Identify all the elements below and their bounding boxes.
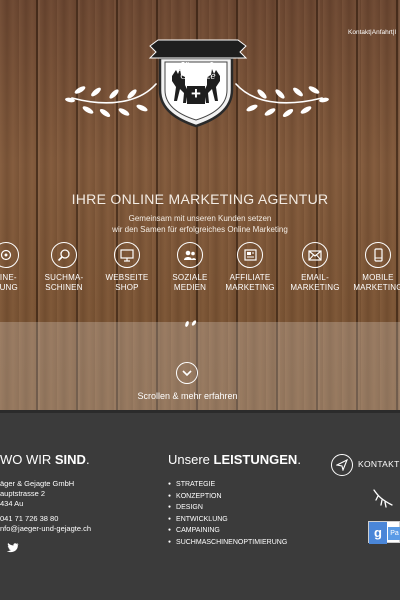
footer-phone[interactable]: 041 71 726 38 80 [0, 514, 91, 524]
list-item[interactable]: ENTWICKLUNG [168, 514, 287, 526]
chevron-down-icon [182, 369, 192, 376]
google-partner-badge[interactable]: g Pa [368, 521, 400, 544]
contact-label[interactable]: KONTAKT [358, 459, 400, 469]
service-affiliate[interactable]: AFFILIATE MARKETING [222, 242, 278, 293]
service-suchmaschinen[interactable]: SUCHMA- SCHINEN [36, 242, 92, 293]
service-werbung[interactable]: LINE-BUNG [0, 242, 34, 293]
footer-heading-location: WO WIR SIND. [0, 452, 90, 467]
leaf-icon [185, 320, 197, 327]
footer-address: äger & Gejagte GmbH auptstrasse 2 434 Au… [0, 479, 92, 534]
hero-section: Kontakt|Anfahrt|I Jäger & Gejagte + IHRE… [0, 0, 400, 410]
services-row: LINE-BUNG SUCHMA-SCHINEN WEBSEITESHOP SO… [0, 242, 400, 302]
logo-banner-text: Jäger & Gejagte [180, 62, 216, 82]
list-item[interactable]: DESIGN [168, 502, 287, 514]
target-icon [0, 242, 19, 268]
list-item[interactable]: SUCHMASCHINENOPTIMIERUNG [168, 537, 287, 549]
twitter-icon[interactable] [6, 543, 19, 553]
brand-logo[interactable]: Jäger & Gejagte + [0, 20, 400, 130]
logo-plus-icon: + [191, 84, 201, 103]
contact-button[interactable] [331, 454, 353, 476]
service-webseite[interactable]: WEBSEITE SHOP [99, 242, 155, 293]
scroll-label[interactable]: Scrollen & mehr erfahren [0, 391, 375, 401]
service-email[interactable]: EMAIL- MARKETING [287, 242, 343, 293]
antler-icon [373, 489, 393, 508]
envelope-icon [302, 242, 328, 268]
footer-email[interactable]: nfo@jaeger-und-gejagte.ch [0, 524, 91, 534]
service-soziale-medien[interactable]: SOZIALE MEDIEN [162, 242, 218, 293]
monitor-icon [114, 242, 140, 268]
list-item[interactable]: KONZEPTION [168, 491, 287, 503]
paper-plane-icon [336, 459, 348, 471]
hero-title: IHRE ONLINE MARKETING AGENTUR [71, 191, 329, 207]
footer-heading-services: Unsere LEISTUNGEN. [168, 452, 301, 467]
service-mobile[interactable]: MOBILE MARKETING [350, 242, 400, 293]
list-item[interactable]: CAMPAINING [168, 525, 287, 537]
hero-subtitle: Gemeinsam mit unseren Kunden setzen wir … [112, 214, 288, 234]
people-icon [177, 242, 203, 268]
services-list: STRATEGIE KONZEPTION DESIGN ENTWICKLUNG … [168, 479, 287, 548]
magnifier-icon [51, 242, 77, 268]
list-item[interactable]: STRATEGIE [168, 479, 287, 491]
phone-icon [365, 242, 391, 268]
newspaper-icon [237, 242, 263, 268]
scroll-down-button[interactable] [176, 362, 198, 384]
